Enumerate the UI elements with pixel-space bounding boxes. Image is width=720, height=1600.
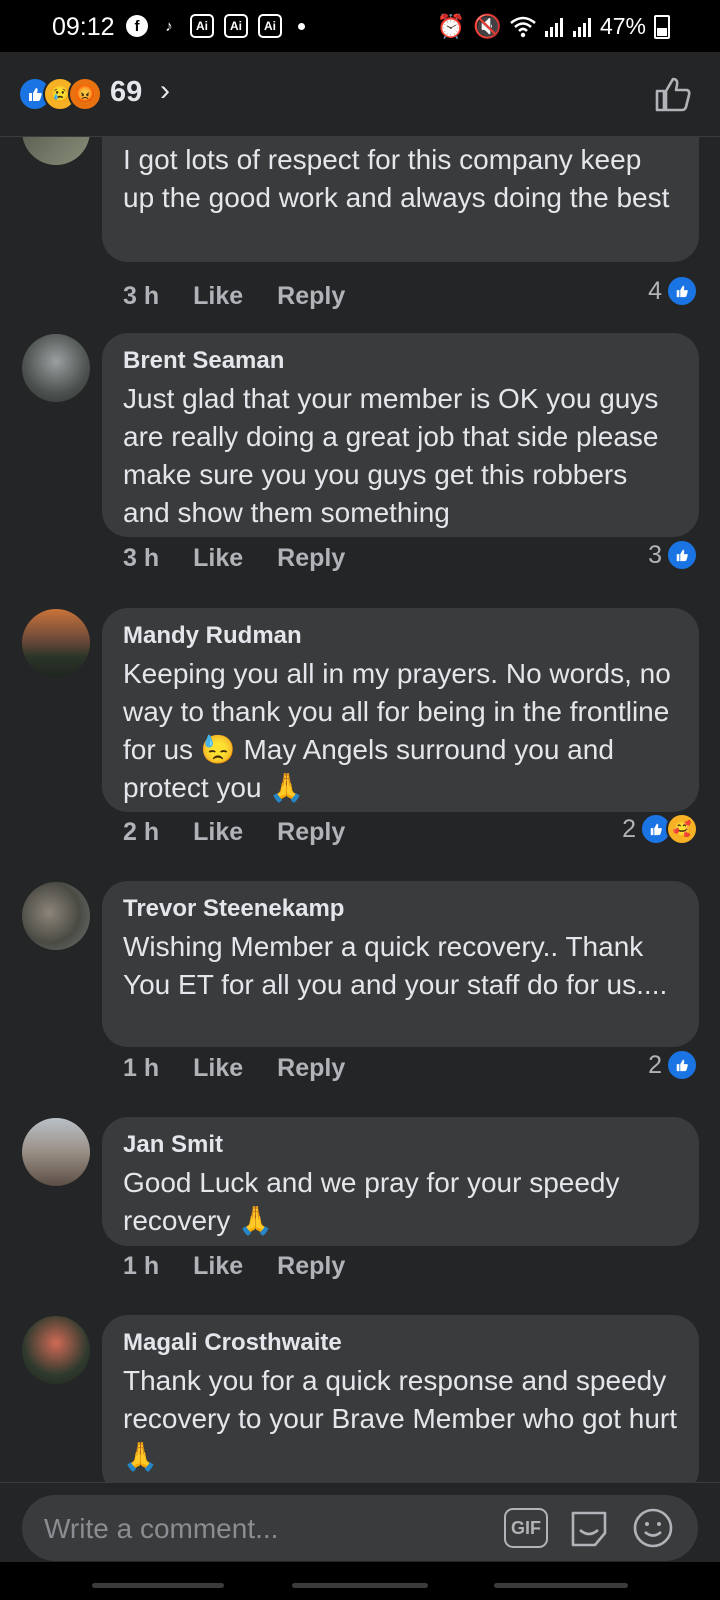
like-link[interactable]: Like: [193, 818, 243, 847]
comment-author[interactable]: Magali Crosthwaite: [123, 1329, 679, 1357]
comment-composer: GIF: [0, 1482, 720, 1563]
comment-bubble[interactable]: Brent Seaman Just glad that your member …: [102, 333, 699, 537]
facebook-icon: f: [126, 15, 148, 37]
reaction-count[interactable]: 69: [110, 76, 142, 109]
clock: 09:12: [52, 13, 115, 41]
avatar[interactable]: [22, 1316, 90, 1384]
comment-bubble[interactable]: Mandy Rudman Keeping you all in my praye…: [102, 608, 699, 812]
comment-text: Keeping you all in my prayers. No words,…: [123, 658, 671, 803]
comment-text: Just glad that your member is OK you guy…: [123, 383, 659, 528]
reply-link[interactable]: Reply: [277, 818, 345, 847]
like-link[interactable]: Like: [193, 282, 243, 311]
avatar[interactable]: [22, 334, 90, 402]
comment-author[interactable]: Trevor Steenekamp: [123, 895, 679, 923]
reaction-summary[interactable]: 😢 😡: [18, 77, 102, 111]
reaction-count: 4: [648, 276, 662, 305]
like-link[interactable]: Like: [193, 1252, 243, 1281]
nav-back-button[interactable]: [494, 1583, 628, 1588]
like-reaction-icon: [666, 1049, 698, 1081]
reply-link[interactable]: Reply: [277, 544, 345, 573]
comment-timestamp: 3 h: [123, 282, 160, 310]
comment-reactions[interactable]: 2 🥰: [622, 813, 698, 845]
ai-icon: Ai: [224, 14, 248, 38]
mute-icon: 🔇: [473, 13, 502, 39]
avatar[interactable]: [22, 609, 90, 677]
comment-list[interactable]: I got lots of respect for this company k…: [0, 137, 720, 1482]
comment-timestamp: 2 h: [123, 818, 160, 846]
status-bar: 09:12 f ♪ Ai Ai Ai ⏰ 🔇 47%: [0, 0, 720, 52]
reply-link[interactable]: Reply: [277, 1252, 345, 1281]
sticker-icon[interactable]: [568, 1508, 610, 1548]
avatar[interactable]: [22, 1118, 90, 1186]
system-nav-bar: [0, 1562, 720, 1600]
comment-reactions[interactable]: 4: [648, 275, 698, 307]
comment-bubble[interactable]: I got lots of respect for this company k…: [102, 137, 699, 262]
reply-link[interactable]: Reply: [277, 282, 345, 311]
avatar[interactable]: [22, 137, 90, 165]
reaction-count: 2: [648, 1050, 662, 1079]
like-reaction-icon: [666, 539, 698, 571]
comment-input-bar[interactable]: GIF: [22, 1495, 698, 1561]
angry-reaction-icon: 😡: [68, 77, 102, 111]
comment-bubble[interactable]: Trevor Steenekamp Wishing Member a quick…: [102, 881, 699, 1047]
reaction-count: 2: [622, 814, 636, 843]
notification-dot-icon: [298, 22, 305, 30]
emoji-icon[interactable]: [632, 1507, 674, 1549]
comment-bubble[interactable]: Jan Smit Good Luck and we pray for your …: [102, 1117, 699, 1246]
reply-link[interactable]: Reply: [277, 1054, 345, 1083]
avatar[interactable]: [22, 882, 90, 950]
comment-text: Wishing Member a quick recovery.. Thank …: [123, 931, 668, 1000]
comment-text: Good Luck and we pray for your speedy re…: [123, 1167, 620, 1236]
nav-recents-button[interactable]: [92, 1583, 224, 1588]
tiktok-icon: ♪: [165, 17, 173, 35]
comment-timestamp: 1 h: [123, 1054, 160, 1082]
gif-button[interactable]: GIF: [504, 1508, 548, 1548]
comment-timestamp: 3 h: [123, 544, 160, 572]
chevron-right-icon[interactable]: ›: [160, 74, 170, 108]
care-reaction-icon: 🥰: [666, 813, 698, 845]
battery-level: 47%: [599, 13, 646, 39]
comment-reactions[interactable]: 2: [648, 1049, 698, 1081]
like-reaction-icon: [666, 275, 698, 307]
comment-author[interactable]: Brent Seaman: [123, 347, 679, 375]
comment-text: Thank you for a quick response and speed…: [123, 1365, 678, 1472]
comment-text: I got lots of respect for this company k…: [123, 144, 670, 213]
comment-bubble[interactable]: Magali Crosthwaite Thank you for a quick…: [102, 1315, 699, 1482]
comment-timestamp: 1 h: [123, 1252, 160, 1280]
wifi-icon: [510, 16, 536, 37]
like-link[interactable]: Like: [193, 544, 243, 573]
signal-icon: [544, 17, 563, 37]
comment-input[interactable]: [42, 1505, 466, 1553]
comment-author[interactable]: Jan Smit: [123, 1131, 679, 1159]
comment-reactions[interactable]: 3: [648, 539, 698, 571]
nav-home-button[interactable]: [292, 1583, 428, 1588]
ai-icon: Ai: [258, 14, 282, 38]
alarm-icon: ⏰: [436, 13, 466, 39]
reactions-header: 😢 😡 69 ›: [0, 52, 720, 137]
ai-icon: Ai: [190, 14, 214, 38]
like-button-icon[interactable]: [654, 76, 692, 112]
battery-icon: [654, 14, 670, 39]
reaction-count: 3: [648, 540, 662, 569]
signal-icon: [572, 17, 591, 37]
comment-author[interactable]: Mandy Rudman: [123, 622, 679, 650]
like-link[interactable]: Like: [193, 1054, 243, 1083]
